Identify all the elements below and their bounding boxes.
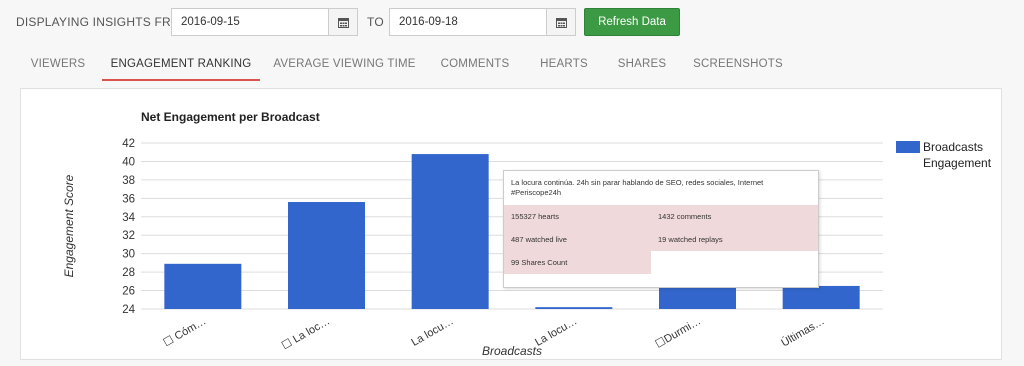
x-tick-label: ☐Durmi… [654,315,703,350]
tooltip-comments: 1432 comments [651,205,818,228]
tooltip-empty-cell [651,251,818,274]
legend-label: Engagement [923,156,992,170]
start-date-calendar-button[interactable] [328,8,358,36]
y-tick-label: 42 [122,138,135,150]
calendar-icon [555,17,567,28]
start-date-input[interactable]: 2016-09-15 [171,8,329,36]
chart-title: Net Engagement per Broadcast [141,110,320,124]
x-tick-label: La locu… [409,315,455,349]
y-tick-label: 26 [122,286,135,298]
tab-hearts[interactable]: HEARTS [532,45,596,81]
date-range-to-label: TO [367,15,384,29]
tooltip-watched-replays: 19 watched replays [651,228,818,251]
x-tick-label: ☐ Cóm… [161,315,208,349]
insight-tabs: VIEWERS ENGAGEMENT RANKING AVERAGE VIEWI… [0,45,1024,81]
broadcast-tooltip: La locura continúa. 24h sin parar hablan… [503,170,819,288]
y-tick-label: 36 [122,193,135,205]
legend-label: Broadcasts [923,140,983,154]
tooltip-hearts: 155327 hearts [504,205,651,228]
y-tick-label: 24 [122,304,135,316]
y-tick-label: 38 [122,175,135,187]
tab-shares[interactable]: SHARES [610,45,674,81]
tab-screenshots[interactable]: SCREENSHOTS [688,45,788,81]
x-tick-label: Últimas… [779,314,827,349]
y-tick-label: 30 [122,249,135,261]
date-range-label: DISPLAYING INSIGHTS FROM [16,15,191,29]
calendar-icon [337,17,349,28]
tab-comments[interactable]: COMMENTS [432,45,518,81]
bar [164,263,242,309]
bar [288,202,365,309]
y-tick-label: 32 [122,230,135,242]
bar [411,154,489,309]
end-date-input[interactable]: 2016-09-18 [389,8,547,36]
legend-swatch [896,141,920,153]
x-tick-label: ☐ La loc… [280,315,332,352]
tab-average-viewing-time[interactable]: AVERAGE VIEWING TIME [272,45,417,81]
y-tick-label: 34 [122,212,135,224]
x-axis-label: Broadcasts [482,344,542,358]
tooltip-stats: 155327 hearts 1432 comments 487 watched … [504,205,818,274]
tooltip-shares: 99 Shares Count [504,251,651,274]
bar [535,307,613,309]
bar [659,285,736,309]
refresh-data-button[interactable]: Refresh Data [584,8,680,36]
y-axis-label: Engagement Score [62,174,76,277]
bar [782,285,860,309]
tab-engagement-ranking[interactable]: ENGAGEMENT RANKING [102,45,260,81]
tooltip-watched-live: 487 watched live [504,228,651,251]
tab-viewers[interactable]: VIEWERS [22,45,94,81]
y-tick-label: 40 [122,156,135,168]
tooltip-title: La locura continúa. 24h sin parar hablan… [511,178,764,197]
end-date-calendar-button[interactable] [546,8,576,36]
y-tick-label: 28 [122,267,135,279]
date-filter-bar: DISPLAYING INSIGHTS FROM 2016-09-15 TO 2… [0,8,1024,36]
